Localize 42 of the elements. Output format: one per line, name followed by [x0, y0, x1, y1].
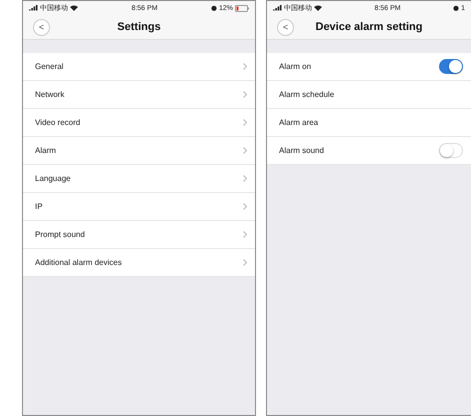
battery-icon [235, 4, 249, 12]
chevron-icon [243, 91, 247, 98]
signal-icon [29, 5, 38, 11]
row-label: Alarm [35, 146, 56, 155]
chevron-icon [243, 231, 247, 238]
chevron-icon [243, 63, 247, 70]
settings-row[interactable]: Video record [23, 109, 255, 137]
toggle-switch[interactable] [439, 59, 463, 74]
row-label: Prompt sound [35, 230, 85, 239]
wifi-icon [70, 5, 78, 11]
screen-title: Device alarm setting [316, 21, 422, 33]
screen-title: Settings [117, 21, 161, 33]
settings-row[interactable]: Prompt sound [23, 221, 255, 249]
row-label: IP [35, 202, 43, 211]
chevron-icon [243, 119, 247, 126]
row-label: Alarm on [279, 62, 312, 71]
settings-row[interactable]: General [23, 53, 255, 81]
chevron-icon [243, 175, 247, 182]
settings-row[interactable]: Alarm area [267, 109, 471, 137]
back-button[interactable]: < [277, 18, 294, 36]
signal-icon [273, 5, 282, 11]
back-button[interactable]: < [33, 18, 50, 36]
settings-row[interactable]: Additional alarm devices [23, 249, 255, 277]
settings-row[interactable]: Alarm [23, 137, 255, 165]
chevron-icon [243, 147, 247, 154]
chevron-icon [243, 203, 247, 210]
row-label: Video record [35, 118, 80, 127]
row-label: General [35, 62, 64, 71]
row-label: Additional alarm devices [35, 258, 122, 267]
row-label: Network [35, 90, 64, 99]
settings-row[interactable]: IP [23, 193, 255, 221]
wifi-icon [314, 5, 322, 11]
settings-row[interactable]: Alarm sound [267, 137, 471, 165]
settings-row[interactable]: Network [23, 81, 255, 109]
row-label: Language [35, 174, 71, 183]
settings-row[interactable]: Alarm on [267, 53, 471, 81]
settings-row[interactable]: Language [23, 165, 255, 193]
row-label: Alarm schedule [279, 90, 334, 99]
row-label: Alarm sound [279, 146, 324, 155]
chevron-icon [243, 259, 247, 266]
settings-row[interactable]: Alarm schedule [267, 81, 471, 109]
row-label: Alarm area [279, 118, 318, 127]
